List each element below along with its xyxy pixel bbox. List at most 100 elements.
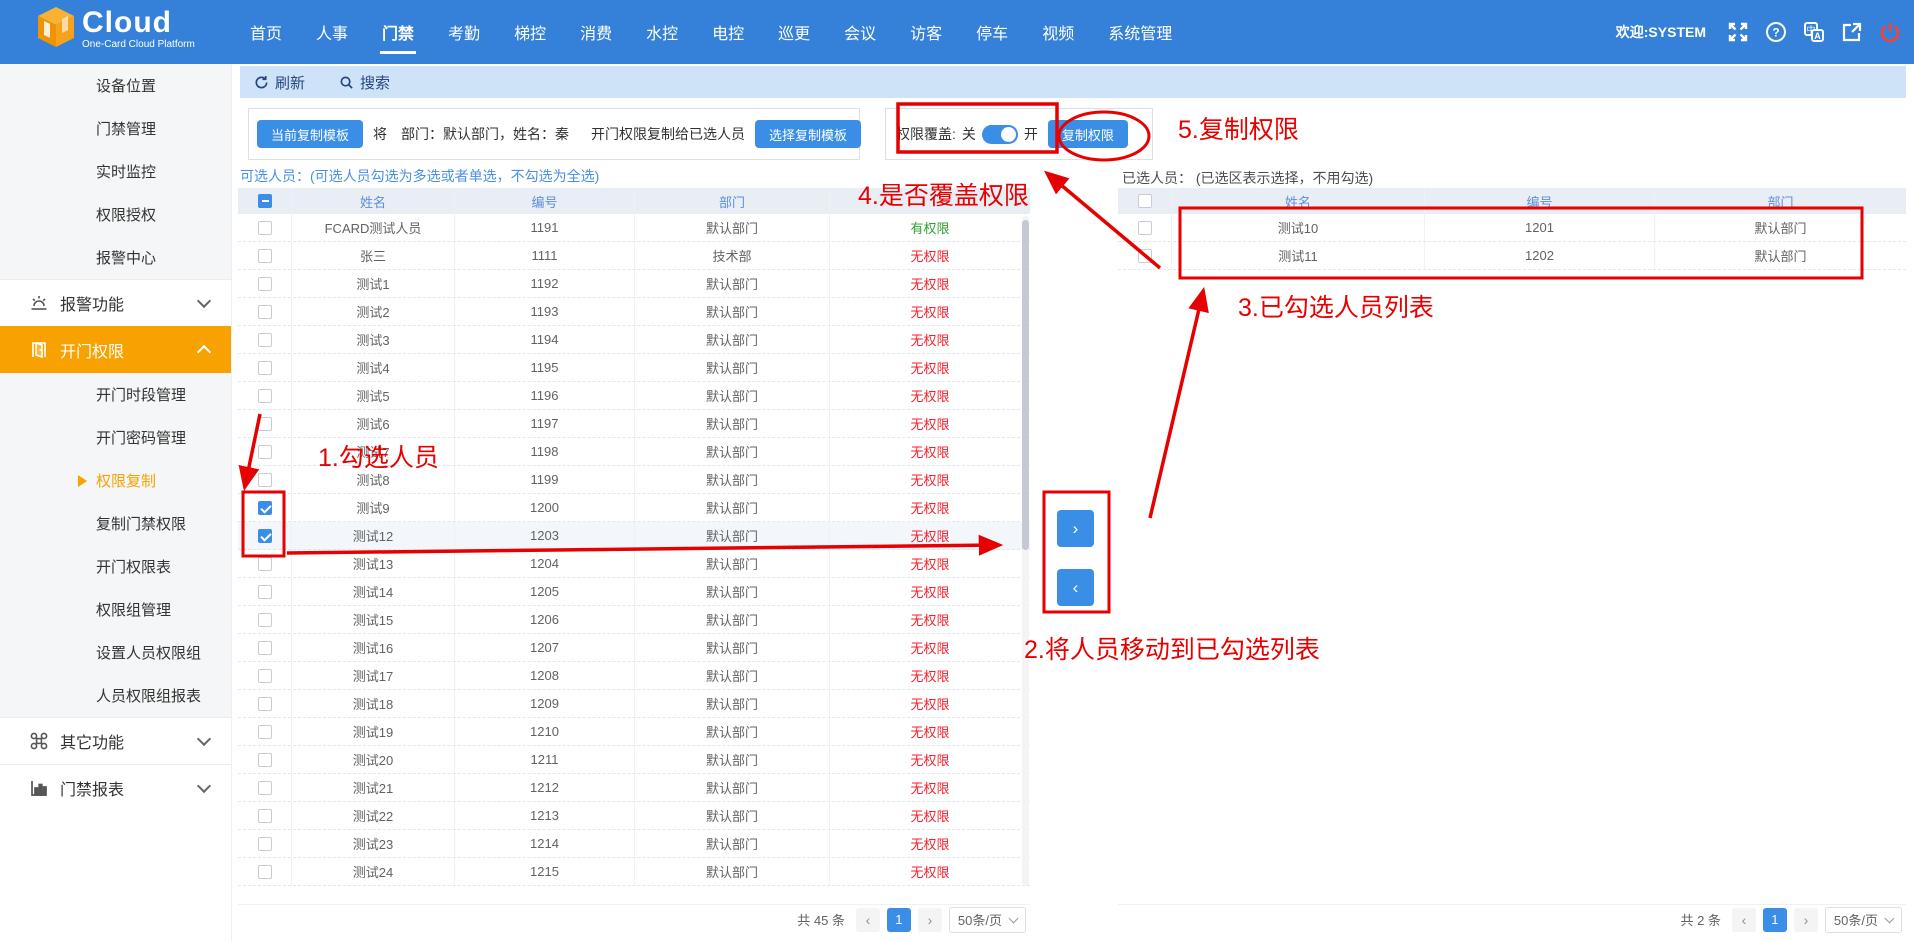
row-checkbox[interactable] xyxy=(258,361,272,375)
nav-item-elevator[interactable]: 梯控 xyxy=(512,16,548,48)
row-checkbox[interactable] xyxy=(258,781,272,795)
page-size-select[interactable]: 50条/页 xyxy=(949,907,1026,933)
table-row[interactable]: 测试241215默认部门无权限 xyxy=(238,858,1030,886)
table-row[interactable]: 测试131204默认部门无权限 xyxy=(238,550,1030,578)
table-row[interactable]: 测试21193默认部门无权限 xyxy=(238,298,1030,326)
table-row[interactable]: 测试221213默认部门无权限 xyxy=(238,802,1030,830)
row-checkbox[interactable] xyxy=(258,389,272,403)
table-row[interactable]: 测试91200默认部门无权限 xyxy=(238,494,1030,522)
select-all-checkbox[interactable] xyxy=(258,194,272,208)
row-checkbox[interactable] xyxy=(1138,249,1152,263)
sidebar-item-open-pwd-mgmt[interactable]: 开门密码管理 xyxy=(0,416,231,459)
table-row[interactable]: 测试31194默认部门无权限 xyxy=(238,326,1030,354)
sidebar-item-alarm-center[interactable]: 报警中心 xyxy=(0,236,231,279)
row-checkbox[interactable] xyxy=(1138,221,1152,235)
current-page[interactable]: 1 xyxy=(887,908,911,932)
new-window-icon[interactable] xyxy=(1840,20,1864,44)
sidebar-item-copy-door-perm[interactable]: 复制门禁权限 xyxy=(0,502,231,545)
table-row[interactable]: 测试101201默认部门 xyxy=(1118,214,1906,242)
table-row[interactable]: 测试61197默认部门无权限 xyxy=(238,410,1030,438)
nav-item-home[interactable]: 首页 xyxy=(248,16,284,48)
table-row[interactable]: 测试71198默认部门无权限 xyxy=(238,438,1030,466)
table-row[interactable]: 测试141205默认部门无权限 xyxy=(238,578,1030,606)
table-row[interactable]: 测试121203默认部门无权限 xyxy=(238,522,1030,550)
nav-item-patrol[interactable]: 巡更 xyxy=(776,16,812,48)
table-row[interactable]: 张三1111技术部无权限 xyxy=(238,242,1030,270)
nav-item-visitor[interactable]: 访客 xyxy=(908,16,944,48)
table-row[interactable]: 测试41195默认部门无权限 xyxy=(238,354,1030,382)
choose-template-button[interactable]: 选择复制模板 xyxy=(755,120,861,148)
table-row[interactable]: 测试161207默认部门无权限 xyxy=(238,634,1030,662)
sidebar-item-alarm-func[interactable]: 报警功能 xyxy=(0,279,231,326)
table-row[interactable]: 测试111202默认部门 xyxy=(1118,242,1906,270)
fullscreen-icon[interactable] xyxy=(1726,20,1750,44)
help-icon[interactable]: ? xyxy=(1764,20,1788,44)
table-row[interactable]: 测试11192默认部门无权限 xyxy=(238,270,1030,298)
nav-item-door[interactable]: 门禁 xyxy=(380,16,416,48)
table-row[interactable]: 测试81199默认部门无权限 xyxy=(238,466,1030,494)
row-checkbox[interactable] xyxy=(258,753,272,767)
sidebar-item-open-time-mgmt[interactable]: 开门时段管理 xyxy=(0,373,231,416)
table-row[interactable]: 测试151206默认部门无权限 xyxy=(238,606,1030,634)
nav-item-electric[interactable]: 电控 xyxy=(710,16,746,48)
copy-permission-button[interactable]: 复制权限 xyxy=(1048,120,1128,148)
table-row[interactable]: 测试191210默认部门无权限 xyxy=(238,718,1030,746)
row-checkbox[interactable] xyxy=(258,557,272,571)
table-row[interactable]: 测试201211默认部门无权限 xyxy=(238,746,1030,774)
sidebar-item-person-perm-group-report[interactable]: 人员权限组报表 xyxy=(0,674,231,717)
override-toggle[interactable] xyxy=(982,125,1018,144)
power-icon[interactable] xyxy=(1878,20,1902,44)
translate-icon[interactable]: 中A xyxy=(1802,20,1826,44)
sidebar-item-realtime-monitor[interactable]: 实时监控 xyxy=(0,150,231,193)
table-row[interactable]: 测试211212默认部门无权限 xyxy=(238,774,1030,802)
sidebar-item-door-report[interactable]: 门禁报表 xyxy=(0,764,231,811)
sidebar-item-other-func[interactable]: 其它功能 xyxy=(0,717,231,764)
row-checkbox[interactable] xyxy=(258,697,272,711)
move-left-button[interactable]: ‹ xyxy=(1057,569,1094,606)
row-checkbox[interactable] xyxy=(258,221,272,235)
sidebar-item-open-door-perm[interactable]: 开门权限 xyxy=(0,326,231,373)
row-checkbox[interactable] xyxy=(258,837,272,851)
next-page-button[interactable]: › xyxy=(918,908,942,932)
row-checkbox[interactable] xyxy=(258,725,272,739)
table-row[interactable]: 测试181209默认部门无权限 xyxy=(238,690,1030,718)
row-checkbox[interactable] xyxy=(258,585,272,599)
current-page[interactable]: 1 xyxy=(1763,908,1787,932)
sidebar-item-perm-copy[interactable]: 权限复制 xyxy=(0,459,231,502)
row-checkbox[interactable] xyxy=(258,501,272,515)
nav-item-parking[interactable]: 停车 xyxy=(974,16,1010,48)
nav-item-hr[interactable]: 人事 xyxy=(314,16,350,48)
nav-item-system[interactable]: 系统管理 xyxy=(1106,16,1174,48)
sidebar-item-open-perm-table[interactable]: 开门权限表 xyxy=(0,545,231,588)
table-row[interactable]: 测试231214默认部门无权限 xyxy=(238,830,1030,858)
left-table-scrollbar[interactable] xyxy=(1022,216,1029,886)
current-template-button[interactable]: 当前复制模板 xyxy=(257,120,363,148)
sidebar-item-set-person-perm-group[interactable]: 设置人员权限组 xyxy=(0,631,231,674)
sidebar-item-perm-auth[interactable]: 权限授权 xyxy=(0,193,231,236)
row-checkbox[interactable] xyxy=(258,669,272,683)
search-button[interactable]: 搜索 xyxy=(339,72,390,93)
row-checkbox[interactable] xyxy=(258,809,272,823)
row-checkbox[interactable] xyxy=(258,613,272,627)
row-checkbox[interactable] xyxy=(258,417,272,431)
sidebar-item-perm-group-mgmt[interactable]: 权限组管理 xyxy=(0,588,231,631)
prev-page-button[interactable]: ‹ xyxy=(856,908,880,932)
row-checkbox[interactable] xyxy=(258,277,272,291)
table-row[interactable]: 测试51196默认部门无权限 xyxy=(238,382,1030,410)
move-right-button[interactable]: › xyxy=(1057,510,1094,547)
sidebar-item-door-mgmt[interactable]: 门禁管理 xyxy=(0,107,231,150)
next-page-button[interactable]: › xyxy=(1794,908,1818,932)
row-checkbox[interactable] xyxy=(258,445,272,459)
nav-item-attendance[interactable]: 考勤 xyxy=(446,16,482,48)
select-all-checkbox-right[interactable] xyxy=(1138,194,1152,208)
table-row[interactable]: 测试171208默认部门无权限 xyxy=(238,662,1030,690)
row-checkbox[interactable] xyxy=(258,641,272,655)
row-checkbox[interactable] xyxy=(258,333,272,347)
scrollbar-thumb[interactable] xyxy=(1022,220,1029,550)
nav-item-video[interactable]: 视频 xyxy=(1040,16,1076,48)
row-checkbox[interactable] xyxy=(258,305,272,319)
refresh-button[interactable]: 刷新 xyxy=(254,72,305,93)
nav-item-water[interactable]: 水控 xyxy=(644,16,680,48)
row-checkbox[interactable] xyxy=(258,865,272,879)
page-size-select[interactable]: 50条/页 xyxy=(1825,907,1902,933)
